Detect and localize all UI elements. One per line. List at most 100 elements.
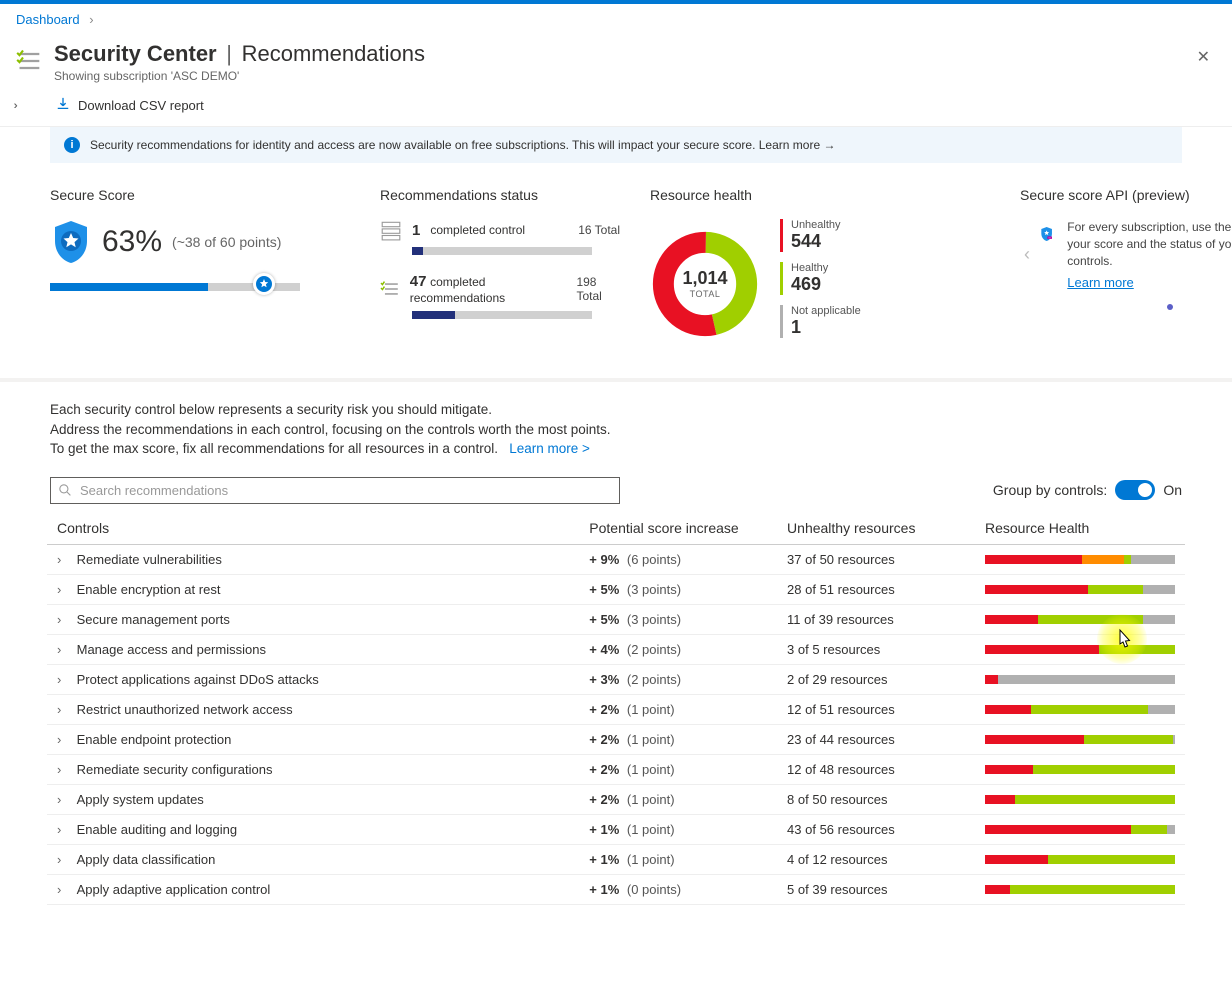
intro-learn-more[interactable]: Learn more >	[509, 441, 590, 456]
unhealthy-resources: 12 of 48 resources	[777, 754, 975, 784]
group-by-state: On	[1163, 482, 1182, 498]
unhealthy-resources: 4 of 12 resources	[777, 844, 975, 874]
col-health[interactable]: Resource Health	[975, 512, 1185, 545]
page-title-app: Security Center	[54, 41, 217, 66]
resource-health-bar	[985, 645, 1175, 654]
chevron-right-icon: ›	[57, 642, 73, 657]
psi-points: (3 points)	[623, 582, 681, 597]
control-name: Secure management ports	[77, 612, 230, 627]
search-input[interactable]: Search recommendations	[50, 477, 620, 504]
unhealthy-resources: 2 of 29 resources	[777, 664, 975, 694]
intro-text: Each security control below represents a…	[0, 382, 1232, 469]
control-name: Apply data classification	[77, 852, 216, 867]
resource-health-bar	[985, 795, 1175, 804]
table-row[interactable]: › Manage access and permissions + 4% (2 …	[47, 634, 1185, 664]
col-unhealthy[interactable]: Unhealthy resources	[777, 512, 975, 545]
psi-percent: + 1%	[589, 882, 619, 897]
unhealthy-resources: 11 of 39 resources	[777, 604, 975, 634]
table-row[interactable]: › Apply data classification + 1% (1 poin…	[47, 844, 1185, 874]
control-name: Protect applications against DDoS attack…	[77, 672, 319, 687]
control-name: Remediate vulnerabilities	[77, 552, 222, 567]
psi-points: (6 points)	[623, 552, 681, 567]
controls-progress-bar	[412, 247, 592, 255]
api-text: For every subscription, use the API to g…	[1067, 219, 1232, 269]
rec-status-label: Recommendations status	[380, 187, 620, 203]
na-count: 1	[791, 317, 861, 338]
table-row[interactable]: › Enable auditing and logging + 1% (1 po…	[47, 814, 1185, 844]
stats-row: Secure Score 63% (~38 of 60 points) Reco…	[0, 175, 1232, 382]
unhealthy-resources: 3 of 5 resources	[777, 634, 975, 664]
control-name: Enable endpoint protection	[77, 732, 232, 747]
info-banner-text[interactable]: Security recommendations for identity an…	[90, 138, 835, 152]
carousel-dot[interactable]	[1167, 304, 1173, 310]
table-row[interactable]: › Remediate vulnerabilities + 9% (6 poin…	[47, 544, 1185, 574]
psi-percent: + 2%	[589, 762, 619, 777]
close-button[interactable]: ✕	[1191, 41, 1216, 73]
unhealthy-resources: 5 of 39 resources	[777, 874, 975, 904]
psi-points: (1 point)	[623, 852, 674, 867]
table-row[interactable]: › Enable encryption at rest + 5% (3 poin…	[47, 574, 1185, 604]
table-row[interactable]: › Restrict unauthorized network access +…	[47, 694, 1185, 724]
completed-controls-count: 1	[412, 222, 420, 239]
resource-health-donut: 1,014 TOTAL	[650, 229, 760, 339]
chevron-right-icon: ›	[57, 672, 73, 687]
resource-health-bar	[985, 705, 1175, 714]
group-by-toggle[interactable]	[1115, 480, 1155, 500]
table-row[interactable]: › Remediate security configurations + 2%…	[47, 754, 1185, 784]
unhealthy-resources: 8 of 50 resources	[777, 784, 975, 814]
col-controls[interactable]: Controls	[47, 512, 579, 545]
psi-points: (1 point)	[623, 822, 674, 837]
chevron-right-icon: ›	[57, 792, 73, 807]
unhealthy-resources: 28 of 51 resources	[777, 574, 975, 604]
psi-points: (1 point)	[623, 702, 674, 717]
control-name: Restrict unauthorized network access	[77, 702, 293, 717]
recommendations-icon	[16, 47, 44, 75]
control-name: Enable encryption at rest	[77, 582, 221, 597]
psi-points: (2 points)	[623, 672, 681, 687]
col-psi[interactable]: Potential score increase	[579, 512, 777, 545]
psi-points: (1 point)	[623, 762, 674, 777]
psi-points: (2 points)	[623, 642, 681, 657]
control-name: Remediate security configurations	[77, 762, 273, 777]
donut-total-label: TOTAL	[690, 289, 721, 299]
chevron-right-icon: ›	[89, 12, 93, 27]
api-learn-more[interactable]: Learn more	[1067, 275, 1232, 290]
chevron-right-icon: ›	[57, 852, 73, 867]
search-placeholder: Search recommendations	[80, 483, 228, 498]
chevron-right-icon: ›	[57, 822, 73, 837]
breadcrumb-dashboard[interactable]: Dashboard	[16, 12, 80, 27]
secure-score-label: Secure Score	[50, 187, 350, 203]
table-row[interactable]: › Apply system updates + 2% (1 point) 8 …	[47, 784, 1185, 814]
donut-total: 1,014	[682, 268, 727, 289]
na-label: Not applicable	[791, 305, 861, 317]
recommendations-table: Controls Potential score increase Unheal…	[47, 512, 1185, 905]
page-header: Security Center | Recommendations Showin…	[0, 35, 1232, 89]
recs-icon	[380, 278, 400, 300]
unhealthy-resources: 43 of 56 resources	[777, 814, 975, 844]
table-row[interactable]: › Apply adaptive application control + 1…	[47, 874, 1185, 904]
chevron-right-icon: ›	[57, 582, 73, 597]
unhealthy-resources: 23 of 44 resources	[777, 724, 975, 754]
psi-percent: + 2%	[589, 732, 619, 747]
table-row[interactable]: › Enable endpoint protection + 2% (1 poi…	[47, 724, 1185, 754]
psi-percent: + 4%	[589, 642, 619, 657]
table-row[interactable]: › Secure management ports + 5% (3 points…	[47, 604, 1185, 634]
table-row[interactable]: › Protect applications against DDoS atta…	[47, 664, 1185, 694]
group-by-label: Group by controls:	[993, 482, 1107, 498]
completed-recs-count: 47	[410, 273, 427, 290]
chevron-right-icon: ›	[57, 702, 73, 717]
chevron-right-icon: ›	[57, 612, 73, 627]
secure-score-bar	[50, 283, 300, 291]
shield-icon	[50, 219, 92, 265]
recs-progress-bar	[412, 311, 592, 319]
breadcrumb: Dashboard ›	[0, 4, 1232, 35]
recs-total: 198 Total	[576, 275, 620, 303]
psi-percent: + 5%	[589, 612, 619, 627]
resource-health-bar	[985, 735, 1175, 744]
healthy-count: 469	[791, 274, 828, 295]
download-icon	[56, 97, 70, 114]
download-csv-button[interactable]: Download CSV report	[78, 98, 204, 113]
chevron-right-icon: ›	[57, 552, 73, 567]
chevron-right-icon: ›	[57, 762, 73, 777]
carousel-prev[interactable]: ‹	[1020, 244, 1034, 265]
